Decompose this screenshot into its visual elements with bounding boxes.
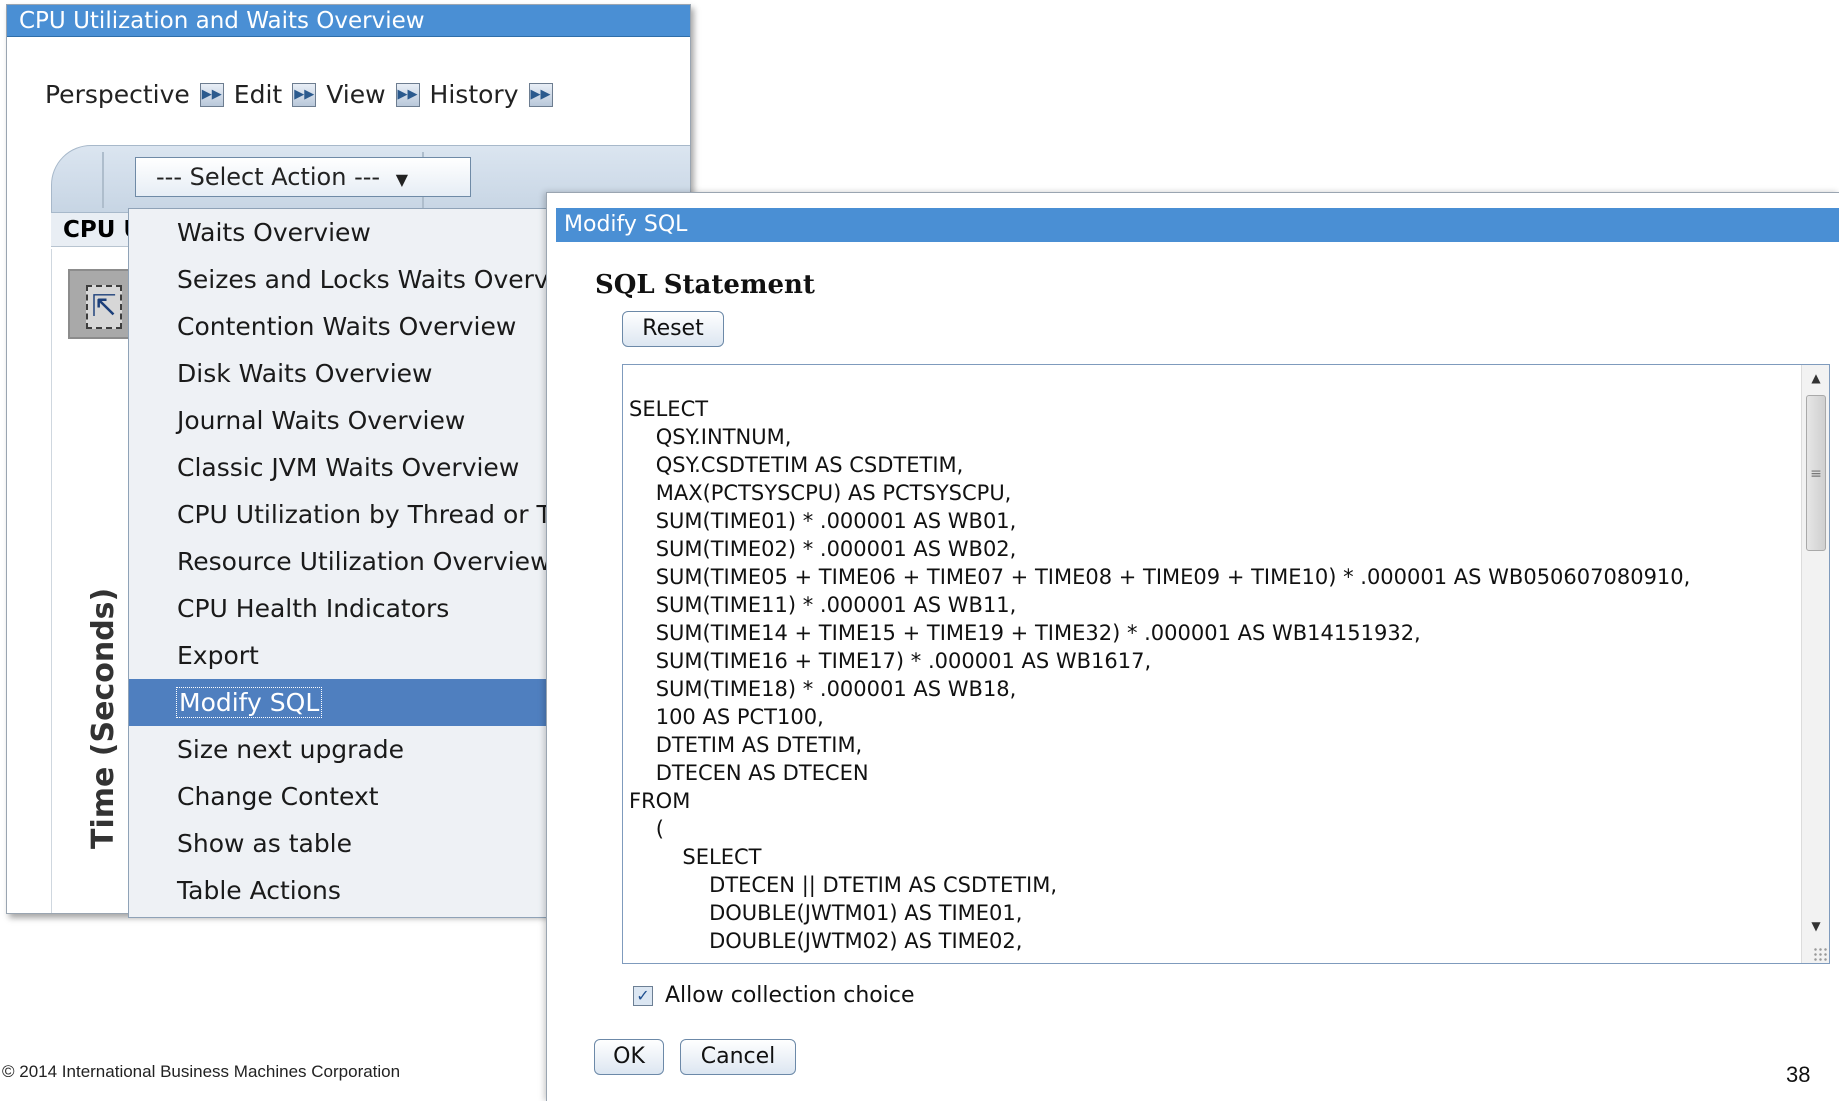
menu-item-change-context[interactable]: Change Context [129, 773, 547, 820]
menu-label: View [326, 80, 386, 109]
menu-item-cpu-by-thread[interactable]: CPU Utilization by Thread or Task [129, 491, 547, 538]
expand-arrow-icon[interactable]: ▶▶ [199, 82, 224, 107]
resize-grip-icon[interactable] [1813, 947, 1827, 961]
page-number: 38 [1786, 1062, 1811, 1087]
menu-label: Edit [233, 80, 283, 109]
menu-view[interactable]: View ▶▶ [326, 80, 420, 109]
window-title: CPU Utilization and Waits Overview [7, 5, 690, 37]
menu-history[interactable]: History ▶▶ [430, 80, 553, 109]
menu-item-resource-utilization[interactable]: Resource Utilization Overview [129, 538, 547, 585]
scroll-down-arrow-icon[interactable]: ▼ [1802, 913, 1829, 939]
menu-perspective[interactable]: Perspective ▶▶ [45, 80, 224, 109]
y-axis-label: Time (Seconds) [86, 587, 121, 849]
menu-item-disk-waits[interactable]: Disk Waits Overview [129, 350, 547, 397]
menu-item-export[interactable]: Export [129, 632, 547, 679]
menu-edit[interactable]: Edit ▶▶ [233, 80, 317, 109]
copyright-text: © 2014 International Business Machines C… [2, 1062, 401, 1081]
select-action-label: --- Select Action --- [156, 163, 381, 191]
select-action-menu: Waits Overview Seizes and Locks Waits Ov… [128, 208, 548, 918]
menu-item-modify-sql[interactable]: Modify SQL [129, 679, 547, 726]
menu-bar: Perspective ▶▶ Edit ▶▶ View ▶▶ History ▶… [45, 80, 563, 109]
scroll-up-arrow-icon[interactable]: ▲ [1802, 365, 1829, 391]
ok-button[interactable]: OK [594, 1039, 664, 1075]
menu-item-table-actions[interactable]: Table Actions [129, 867, 547, 914]
expand-arrow-icon[interactable]: ▶▶ [528, 82, 553, 107]
menu-item-journal-waits[interactable]: Journal Waits Overview [129, 397, 547, 444]
menu-item-show-as-table[interactable]: Show as table [129, 820, 547, 867]
sql-statement-heading: SQL Statement [595, 270, 815, 300]
vertical-scrollbar[interactable]: ▲ ≡ ▼ [1801, 365, 1829, 963]
menu-item-seizes-locks[interactable]: Seizes and Locks Waits Overview [129, 256, 547, 303]
pointer-arrow-icon: ⇱ [86, 285, 122, 329]
allow-collection-checkbox[interactable]: ✓ [633, 985, 653, 1006]
reset-button[interactable]: Reset [622, 311, 724, 347]
menu-item-waits-overview[interactable]: Waits Overview [129, 209, 547, 256]
menu-item-size-next-upgrade[interactable]: Size next upgrade [129, 726, 547, 773]
sql-textarea[interactable]: SELECT QSY.INTNUM, QSY.CSDTETIM AS CSDTE… [622, 364, 1830, 964]
menu-item-label: Modify SQL [175, 687, 323, 718]
dialog-title: Modify SQL [556, 208, 1839, 242]
menu-label: History [429, 80, 519, 109]
expand-arrow-icon[interactable]: ▶▶ [395, 82, 420, 107]
checkbox-label: Allow collection choice [665, 983, 915, 1008]
menu-item-cpu-health[interactable]: CPU Health Indicators [129, 585, 547, 632]
sql-text: SELECT QSY.INTNUM, QSY.CSDTETIM AS CSDTE… [629, 397, 1691, 953]
allow-collection-choice: ✓ Allow collection choice [633, 983, 915, 1008]
toolbar-divider [102, 152, 104, 208]
select-action-dropdown[interactable]: --- Select Action --- ▼ [135, 157, 471, 197]
chevron-down-icon: ▼ [395, 170, 409, 189]
expand-arrow-icon[interactable]: ▶▶ [292, 82, 317, 107]
menu-label: Perspective [45, 80, 190, 109]
menu-item-classic-jvm-waits[interactable]: Classic JVM Waits Overview [129, 444, 547, 491]
cancel-button[interactable]: Cancel [680, 1039, 796, 1075]
menu-item-contention-waits[interactable]: Contention Waits Overview [129, 303, 547, 350]
modify-sql-dialog: Modify SQL SQL Statement Reset SELECT QS… [546, 192, 1839, 1101]
scroll-thumb[interactable]: ≡ [1806, 395, 1826, 551]
